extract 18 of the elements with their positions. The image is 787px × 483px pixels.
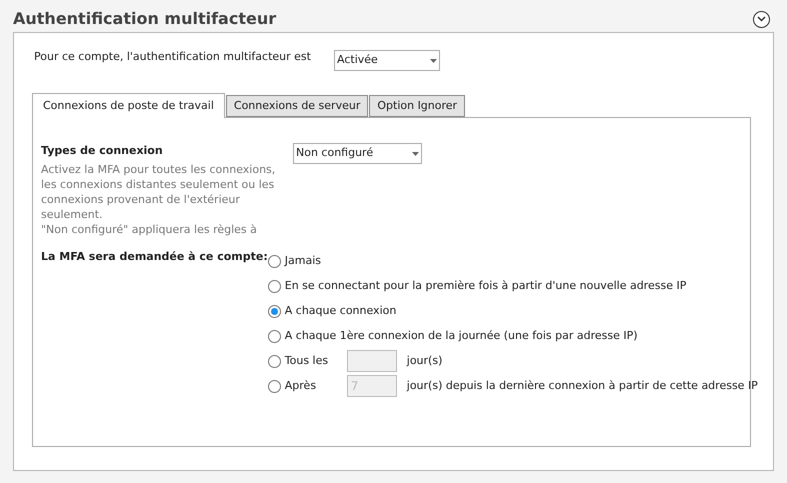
option-label: A chaque connexion (284, 302, 396, 319)
option-label: En se connectant pour la première fois à partir d'une nouvelle adresse IP (284, 278, 686, 294)
connection-type-dropdown[interactable]: Non configuré (293, 143, 422, 164)
option-label: jour(s) (406, 352, 442, 369)
field-label: Pour ce compte, l'authentification multifacteur est (33, 49, 312, 66)
option-label: Après (284, 378, 318, 394)
option-label: Tous les (284, 352, 330, 369)
option-label: A chaque 1ère connexion de la journée (une fois par adresse IP) (284, 328, 638, 344)
tab[interactable]: Connexions de serveur (226, 95, 368, 117)
field-label: La MFA sera demandée à ce compte: (41, 248, 268, 264)
option-label: jour(s) depuis la dernière connexion à partir de cette adresse IP (406, 378, 758, 394)
status-dropdown[interactable]: Activée (334, 50, 440, 71)
tab[interactable]: Option Ignorer (369, 95, 466, 117)
field-label: Types de connexion (41, 143, 164, 159)
description-text: Activez la MFA pour toutes les connexions, les connexions distantes seulement ou les connexions provenant de l'extérieur seulement. "Non configuré" appliquera les règles à (41, 162, 276, 236)
option-label: Jamais (284, 252, 321, 269)
section-title: Authentification multifacteur (13, 8, 276, 30)
tab[interactable]: Connexions de poste de travail (32, 93, 225, 118)
